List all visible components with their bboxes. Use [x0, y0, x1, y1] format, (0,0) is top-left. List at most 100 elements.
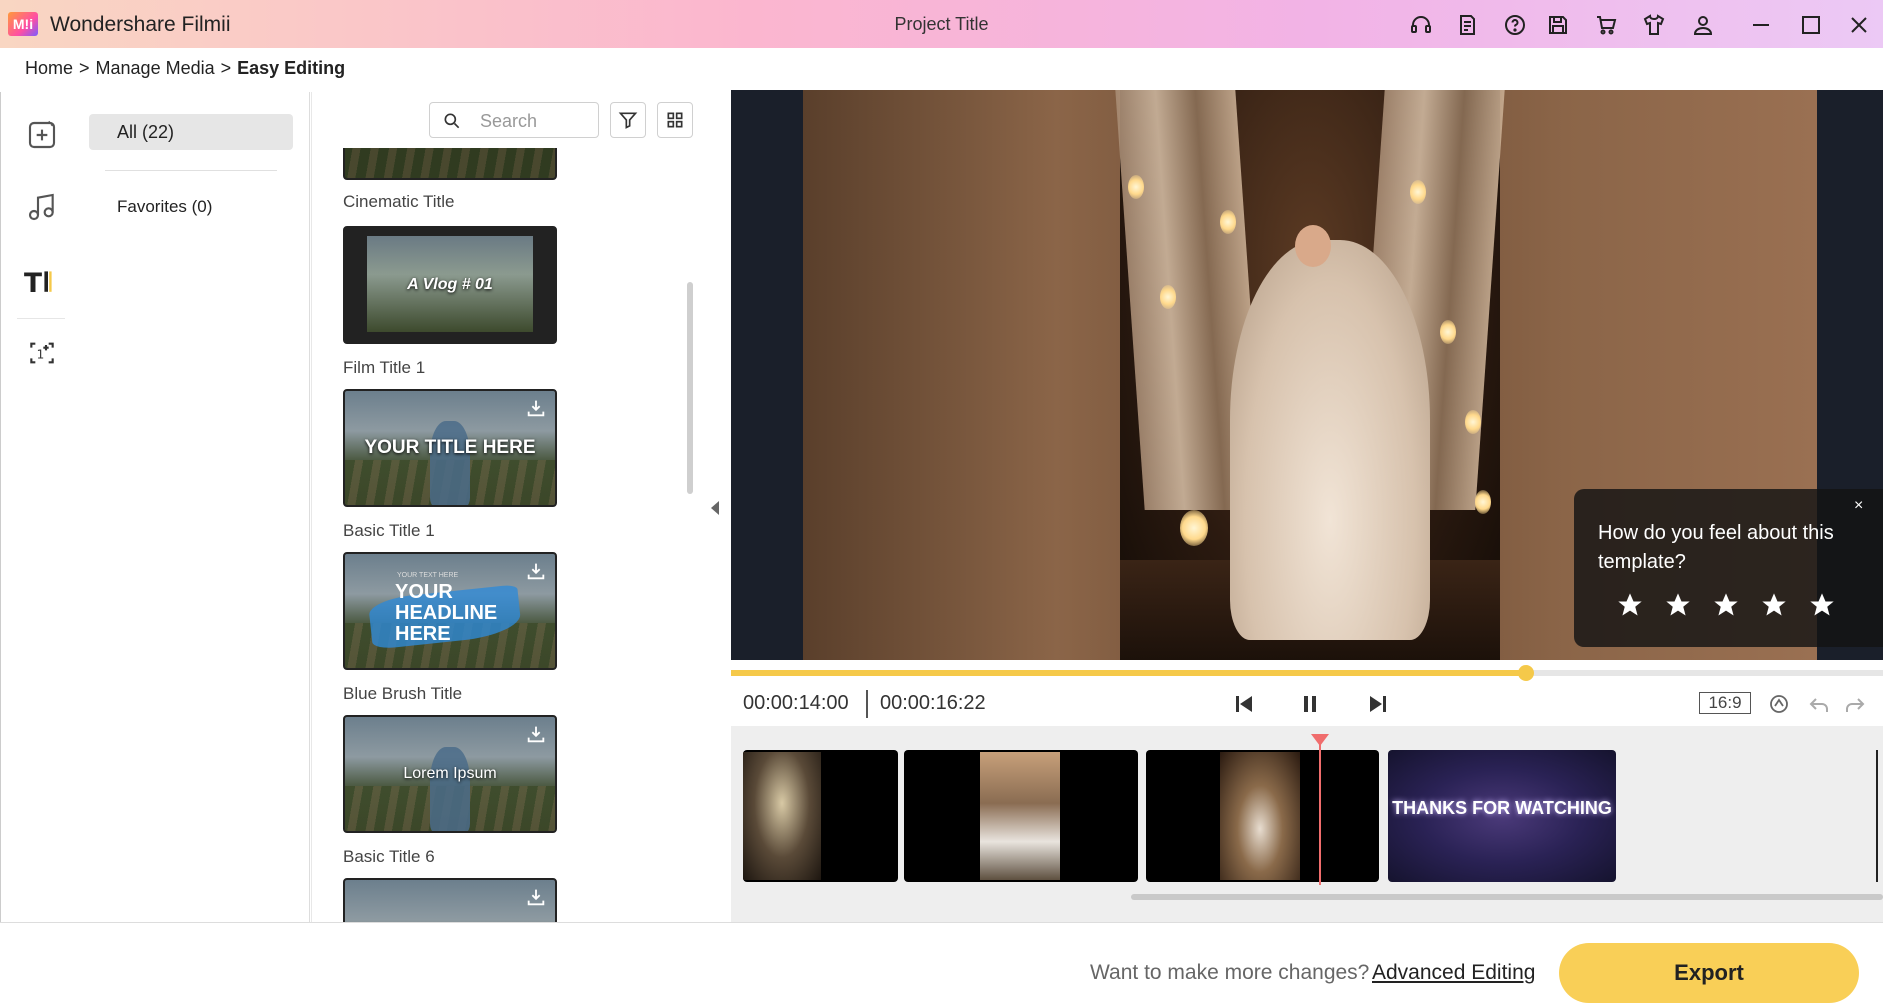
star-icon[interactable]: [1664, 591, 1692, 619]
template-grid: Cinematic Title A Vlog # 01 Film Title 1…: [312, 148, 712, 922]
timeline-clip[interactable]: [743, 750, 898, 882]
star-icon[interactable]: [1760, 591, 1788, 619]
help-icon[interactable]: [1502, 12, 1528, 38]
rating-close-button[interactable]: ×: [1854, 497, 1863, 515]
current-time: 00:00:14:00: [743, 692, 849, 714]
timeline-scrollbar[interactable]: [1131, 894, 1883, 900]
timeline[interactable]: THANKS FOR WATCHING: [731, 726, 1883, 922]
svg-text:1: 1: [37, 347, 45, 361]
category-divider: [105, 170, 277, 171]
template-card[interactable]: YOUR TEXT HERE YOUR HEADLINE HERE Blue B…: [343, 552, 557, 704]
template-thumbnail: Lorem Ipsum: [343, 715, 557, 833]
template-card[interactable]: Cinematic Title: [343, 148, 557, 212]
template-card[interactable]: YOUR TITLE HERE Basic Title 1: [343, 389, 557, 541]
category-favorites[interactable]: Favorites (0): [117, 197, 212, 217]
export-button[interactable]: Export: [1559, 943, 1859, 1003]
total-time: 00:00:16:22: [880, 692, 986, 714]
star-icon[interactable]: [1712, 591, 1740, 619]
template-thumbnail: YOUR TITLE HERE: [343, 389, 557, 507]
search-icon: [444, 113, 460, 129]
breadcrumb: Home > Manage Media > Easy Editing: [25, 58, 345, 79]
app-logo: M!i: [8, 12, 38, 36]
end-card-text: THANKS FOR WATCHING: [1392, 798, 1612, 818]
aspect-ratio-button[interactable]: 16:9: [1699, 692, 1751, 714]
grid-icon: [667, 112, 683, 128]
template-list-panel: Search Cinematic Title A Vlog # 01 Film …: [311, 92, 731, 922]
template-label: Cinematic Title: [343, 192, 455, 211]
left-nav: T 1: [0, 92, 80, 922]
rating-popup: × How do you feel about this template?: [1574, 489, 1883, 647]
list-scrollbar[interactable]: [687, 282, 693, 494]
breadcrumb-separator: >: [79, 58, 90, 78]
maximize-icon[interactable]: [1798, 12, 1824, 38]
template-thumbnail: A Vlog # 01: [343, 226, 557, 344]
time-divider: [866, 690, 868, 718]
cart-icon[interactable]: [1593, 12, 1619, 38]
category-panel: All (22) Favorites (0): [80, 92, 310, 922]
star-icon[interactable]: [1808, 591, 1836, 619]
shirt-icon[interactable]: [1641, 12, 1667, 38]
rating-question: How do you feel about this template?: [1598, 522, 1834, 573]
template-label: Basic Title 1: [343, 521, 435, 540]
template-card[interactable]: A Vlog # 01 Film Title 1: [343, 226, 557, 378]
timeline-clip[interactable]: [1146, 750, 1379, 882]
pause-icon[interactable]: [1298, 692, 1322, 716]
transform-icon[interactable]: [1767, 692, 1791, 716]
title-text-icon[interactable]: T: [21, 260, 63, 302]
counter-icon[interactable]: 1: [21, 332, 63, 374]
template-thumbnail: [343, 148, 557, 180]
template-card[interactable]: Lorem Ipsum Basic Title 6: [343, 715, 557, 867]
template-card[interactable]: [343, 878, 557, 922]
breadcrumb-home[interactable]: Home: [25, 58, 73, 79]
breadcrumb-current: Easy Editing: [237, 58, 346, 78]
next-icon[interactable]: [1366, 692, 1390, 716]
thumbnail-text: Lorem Ipsum: [403, 765, 497, 782]
progress-fill: [731, 670, 1526, 676]
timeline-clip[interactable]: THANKS FOR WATCHING: [1388, 750, 1616, 882]
collapse-panel-icon[interactable]: [711, 501, 719, 515]
playhead[interactable]: [1319, 741, 1321, 885]
app-name: Wondershare Filmii: [50, 13, 231, 36]
timeline-clip[interactable]: [904, 750, 1138, 882]
save-icon[interactable]: [1545, 12, 1571, 38]
download-icon[interactable]: [525, 723, 547, 745]
thumbnail-text: A Vlog # 01: [407, 276, 493, 293]
progress-handle[interactable]: [1517, 665, 1534, 681]
download-icon[interactable]: [525, 886, 547, 908]
nav-divider: [17, 318, 65, 319]
breadcrumb-manage-media[interactable]: Manage Media: [96, 58, 215, 79]
download-icon[interactable]: [525, 560, 547, 582]
user-icon[interactable]: [1690, 12, 1716, 38]
download-icon[interactable]: [525, 397, 547, 419]
template-label: Film Title 1: [343, 358, 426, 377]
category-all[interactable]: All (22): [89, 114, 293, 150]
redo-icon[interactable]: [1843, 692, 1867, 716]
title-bar: M!i Wondershare Filmii Project Title: [0, 0, 1883, 48]
music-icon[interactable]: [21, 186, 63, 228]
timeline-end-marker: [1876, 750, 1878, 882]
thumbnail-text: YOUR HEADLINE HERE: [395, 581, 498, 645]
template-label: Blue Brush Title: [343, 684, 463, 703]
previous-icon[interactable]: [1232, 692, 1256, 716]
search-input[interactable]: Search: [429, 102, 599, 138]
thumbnail-subtext: YOUR TEXT HERE: [397, 572, 459, 579]
more-changes-prompt: Want to make more changes?: [1090, 961, 1370, 984]
headset-icon[interactable]: [1408, 12, 1434, 38]
svg-text:T: T: [24, 268, 42, 297]
undo-icon[interactable]: [1807, 692, 1831, 716]
grid-view-button[interactable]: [657, 102, 693, 138]
video-preview[interactable]: × How do you feel about this template?: [731, 90, 1883, 660]
close-icon[interactable]: [1846, 12, 1872, 38]
advanced-editing-link[interactable]: Advanced Editing: [1372, 961, 1535, 985]
minimize-icon[interactable]: [1748, 12, 1774, 38]
filter-button[interactable]: [610, 102, 646, 138]
star-icon[interactable]: [1616, 591, 1644, 619]
add-media-icon[interactable]: [21, 114, 63, 156]
notes-icon[interactable]: [1454, 12, 1480, 38]
playhead-marker-icon[interactable]: [1311, 734, 1329, 746]
footer-bar: Want to make more changes? Advanced Edit…: [0, 922, 1883, 1004]
player-controls: 00:00:14:00 00:00:16:22 16:9: [731, 680, 1883, 726]
breadcrumb-separator: >: [220, 58, 232, 78]
playback-progress[interactable]: [731, 665, 1883, 681]
filter-icon: [618, 112, 638, 129]
